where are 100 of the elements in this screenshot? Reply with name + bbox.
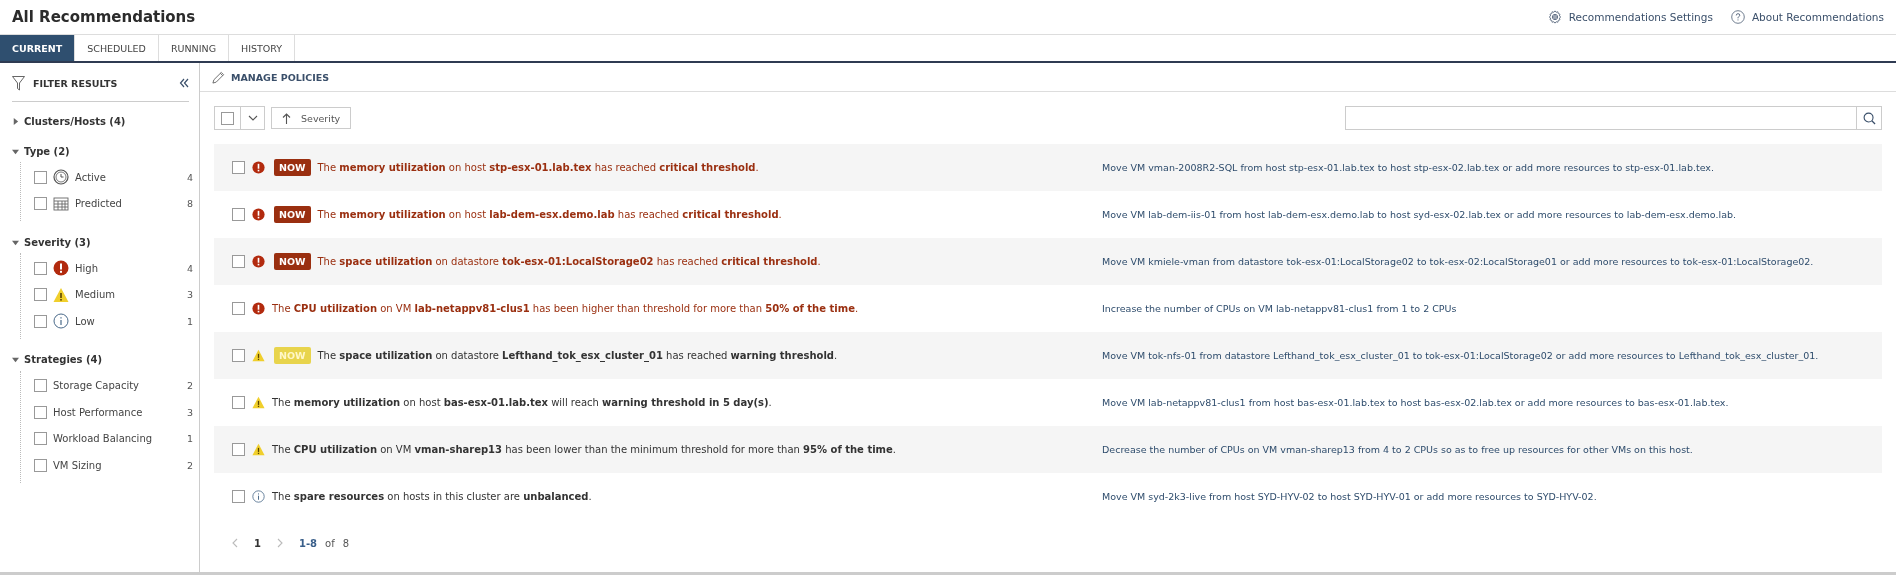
settings-icon: [1547, 10, 1562, 24]
page-title: All Recommendations: [12, 8, 196, 26]
filter-count: 3: [185, 406, 193, 418]
tab[interactable]: CURRENT: [0, 35, 76, 61]
group-label: Strategies (4): [24, 354, 103, 365]
filter-count: 8: [185, 198, 193, 210]
warning-icon: [252, 349, 265, 362]
page-range: 1-8: [298, 537, 318, 549]
filter-count: 3: [185, 289, 193, 301]
info-icon: [252, 490, 265, 503]
filter-label: Host Performance: [53, 406, 144, 418]
recommendation-message: The CPU utilization on VM vman-sharep13 has been lower than the minimum threshold for more than 95% of the time.: [272, 444, 896, 455]
recommended-action: Move VM tok-nfs-01 from datastore Lefthand_tok_esx_cluster_01 to tok-esx-01:LocalStorage02 or add more resources to Lefthand_tok_esx_cluster_01.: [1101, 350, 1820, 361]
checkbox[interactable]: [221, 111, 234, 125]
warning-icon: [252, 443, 265, 456]
checkbox[interactable]: [34, 170, 47, 184]
filter-label: VM Sizing: [53, 459, 103, 471]
group-label: Type (2): [24, 145, 70, 157]
help-link[interactable]: About Recommendations: [1730, 10, 1884, 24]
recommendation-row[interactable]: [214, 332, 1882, 379]
chevron-down-icon[interactable]: [247, 115, 258, 121]
recommendation-message: The memory utilization on host lab-dem-esx.demo.lab has reached critical threshold.: [317, 209, 782, 220]
next-page-icon[interactable]: [276, 538, 283, 548]
collapse-icon[interactable]: [179, 78, 189, 88]
now-badge: NOW: [274, 347, 311, 364]
checkbox[interactable]: [34, 197, 47, 211]
recommendation-row[interactable]: The CPU utilization on VM lab-netappv81-clus1 has been higher than threshold for more than 50% of the time. Increase the number of CPUs on VM lab-netappv81-clus1 from 1 to 2 CPUs: [214, 285, 1882, 332]
page-of-label: of: [325, 537, 335, 549]
filter-count: 1: [185, 433, 193, 445]
error-icon: [252, 161, 265, 174]
filter-label: Active: [75, 171, 107, 183]
recommendation-row[interactable]: [214, 426, 1882, 473]
error-icon: [252, 255, 265, 268]
filter-count: 4: [185, 171, 193, 183]
recommendation-row[interactable]: The spare resources on hosts in this cluster are unbalanced. Move VM syd-2k3-live from host SYD-HYV-02 to host SYD-HYV-01 or add more resources to SYD-HYV-02.: [214, 473, 1882, 520]
recommendation-message: The memory utilization on host bas-esx-01.lab.tex will reach warning threshold in 5 day(s).: [272, 397, 772, 408]
group-label: Severity (3): [24, 236, 91, 248]
filter-group[interactable]: Strategies (4): [12, 348, 199, 371]
manage-policies-button[interactable]: MANAGE POLICIES: [212, 70, 330, 84]
filter-label: Storage Capacity: [53, 380, 140, 392]
calendar-icon: [53, 195, 69, 212]
search-icon[interactable]: [1862, 111, 1876, 125]
info-icon: [53, 313, 69, 330]
filter-group[interactable]: Severity (3): [12, 231, 199, 253]
filter-count: 2: [185, 459, 193, 471]
recommendation-row[interactable]: [214, 144, 1882, 191]
recommendation-message: The space utilization on datastore Lefthand_tok_esx_cluster_01 has reached warning threshold.: [317, 350, 838, 361]
recommended-action: Increase the number of CPUs on VM lab-netappv81-clus1 from 1 to 2 CPUs: [1101, 303, 1458, 314]
checkbox[interactable]: [34, 458, 47, 472]
checkbox[interactable]: [232, 255, 245, 268]
checkbox[interactable]: [34, 379, 47, 393]
filter-label: High: [75, 262, 99, 274]
checkbox[interactable]: [34, 261, 47, 275]
checkbox[interactable]: [232, 443, 245, 456]
previous-page-icon[interactable]: [232, 538, 238, 548]
checkbox[interactable]: [232, 161, 245, 174]
filter-title: FILTER RESULTS: [33, 77, 119, 89]
filter-group[interactable]: Type (2): [12, 140, 199, 162]
recommendation-row[interactable]: [214, 238, 1882, 285]
checkbox[interactable]: [232, 396, 245, 409]
checkbox[interactable]: [232, 302, 245, 315]
checkbox[interactable]: [232, 490, 245, 503]
pencil-icon: [212, 70, 225, 84]
recommended-action: Move VM lab-dem-iis-01 from host lab-dem-esx.demo.lab to host syd-esx-02.lab.tex or add more resources to lab-dem-esx.demo.lab.: [1101, 209, 1738, 220]
filter-count: 2: [185, 380, 193, 392]
recommendation-message: The spare resources on hosts in this cluster are unbalanced.: [272, 491, 592, 502]
checkbox[interactable]: [232, 208, 245, 221]
checkbox[interactable]: [34, 432, 47, 446]
warning-icon: [53, 286, 69, 303]
group-label: Clusters/Hosts (4): [24, 115, 126, 127]
arrow-up-icon: [282, 112, 291, 124]
recommended-action: Move VM vman-2008R2-SQL from host stp-esx-01.lab.tex to host stp-esx-02.lab.tex or add more resources to stp-esx-01.lab.tex.: [1101, 162, 1715, 173]
error-icon: [252, 302, 265, 315]
help-icon: [1730, 10, 1745, 24]
filter-label: Medium: [75, 289, 116, 301]
filter-label: Low: [75, 315, 96, 327]
now-badge: NOW: [274, 206, 311, 223]
page-number[interactable]: 1: [254, 537, 261, 549]
now-badge: NOW: [274, 159, 311, 176]
filter-count: 4: [185, 262, 193, 274]
filter-label: Workload Balancing: [53, 433, 154, 445]
error-icon: [53, 260, 69, 277]
recommendation-message: The space utilization on datastore tok-esx-01:LocalStorage02 has reached critical threshold.: [317, 256, 821, 267]
now-badge: NOW: [274, 253, 311, 270]
settings-link[interactable]: Recommendations Settings: [1547, 10, 1713, 24]
checkbox[interactable]: [34, 288, 47, 302]
recommended-action: Move VM kmiele-vman from datastore tok-esx-01:LocalStorage02 to tok-esx-02:LocalStorage01 or add more resources to tok-esx-01:LocalStorage02.: [1101, 256, 1815, 267]
filter-group[interactable]: Clusters/Hosts (4): [12, 110, 199, 132]
checkbox[interactable]: [232, 349, 245, 362]
recommended-action: Move VM lab-netappv81-clus1 from host bas-esx-01.lab.tex to host bas-esx-02.lab.tex or add more resources to bas-esx-01.lab.tex.: [1101, 397, 1730, 408]
checkbox[interactable]: [34, 314, 47, 328]
total-count: 8: [342, 537, 350, 549]
search-field[interactable]: [1345, 106, 1882, 130]
checkbox[interactable]: [34, 405, 47, 419]
recommendation-message: The memory utilization on host stp-esx-01.lab.tex has reached critical threshold.: [317, 162, 759, 173]
warning-icon: [252, 396, 265, 409]
recommended-action: Decrease the number of CPUs on VM vman-sharep13 from 4 to 2 CPUs so as to free up resources for other VMs on this host.: [1101, 444, 1694, 455]
filter-label: Predicted: [75, 198, 123, 210]
sort-button[interactable]: Severity: [271, 107, 352, 129]
recommended-action: Move VM syd-2k3-live from host SYD-HYV-02 to host SYD-HYV-01 or add more resources to SYD-HYV-02.: [1101, 491, 1598, 502]
